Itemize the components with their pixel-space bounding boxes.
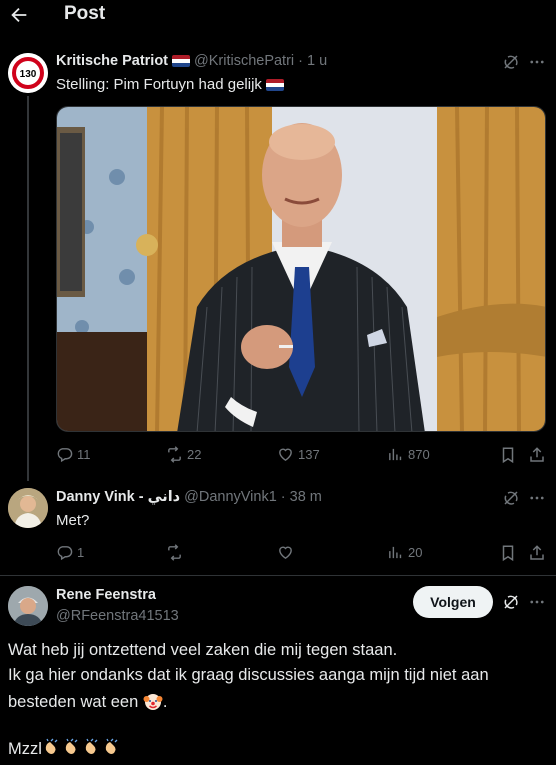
clown-face-icon xyxy=(143,691,163,711)
bookmark-icon[interactable] xyxy=(499,446,517,464)
clapping-hands-icon xyxy=(62,738,82,758)
post-text: Stelling: Pim Fortuyn had gelijk xyxy=(56,76,262,93)
views-icon xyxy=(389,546,402,559)
top-bar: Post xyxy=(0,0,556,30)
reply-text: Met? xyxy=(56,512,90,529)
reply-button[interactable]: 11 xyxy=(56,446,91,463)
clapping-hands-icon xyxy=(42,738,62,758)
like-count: 137 xyxy=(298,447,320,462)
reply-count: 1 xyxy=(77,545,85,560)
repost-icon xyxy=(168,544,181,561)
reply-icon xyxy=(57,546,73,561)
reply-icon xyxy=(57,448,73,463)
share-icon[interactable] xyxy=(528,446,546,464)
clapping-hands-icon xyxy=(102,738,122,758)
repost-count: 22 xyxy=(187,447,202,462)
like-button[interactable]: 137 xyxy=(277,446,320,463)
author-name[interactable]: Kritische Patriot xyxy=(56,53,168,69)
author-handle[interactable]: @DannyVink1 xyxy=(184,489,277,505)
author-handle[interactable]: @RFeenstra41513 xyxy=(56,608,179,624)
post-text-line: Wat heb jij ontzettend veel zaken die mi… xyxy=(8,641,398,659)
repost-icon xyxy=(168,446,181,463)
reply-count: 11 xyxy=(77,447,91,462)
post-text-line: besteden wat een . xyxy=(8,691,167,712)
sign-off: Mzzl xyxy=(8,738,122,759)
divider xyxy=(0,575,556,576)
arrow-left-icon[interactable] xyxy=(8,4,30,26)
author-name[interactable]: Danny Vink - داني xyxy=(56,489,180,505)
more-icon[interactable] xyxy=(528,53,546,71)
clapping-hands-icon xyxy=(82,738,102,758)
post-header: Kritische Patriot @KritischePatri · 1 u xyxy=(56,53,327,69)
avatar[interactable]: 130 xyxy=(8,53,48,93)
repost-button[interactable] xyxy=(166,544,187,561)
more-icon[interactable] xyxy=(528,593,546,611)
bookmark-icon[interactable] xyxy=(499,544,517,562)
post-text-row: Stelling: Pim Fortuyn had gelijk xyxy=(56,76,284,93)
views-count: 870 xyxy=(408,447,430,462)
reply-header: Danny Vink - داني @DannyVink1 · 38 m xyxy=(56,489,322,505)
post-time[interactable]: · 38 m xyxy=(281,489,322,505)
heart-icon xyxy=(279,448,292,462)
post-time[interactable]: · 1 u xyxy=(298,53,327,69)
views-button[interactable]: 20 xyxy=(387,544,422,561)
post-text-line: Ik ga hier ondanks dat ik graag discussi… xyxy=(8,666,489,684)
post-text-fragment: besteden wat een xyxy=(8,693,139,711)
grok-icon[interactable] xyxy=(502,53,520,71)
post-image[interactable] xyxy=(56,106,546,432)
author-handle[interactable]: @KritischePatri xyxy=(194,53,294,69)
like-button[interactable] xyxy=(277,544,298,561)
netherlands-flag-icon xyxy=(265,78,284,91)
grok-icon[interactable] xyxy=(502,489,520,507)
share-icon[interactable] xyxy=(528,544,546,562)
views-button[interactable]: 870 xyxy=(387,446,430,463)
reply-button[interactable]: 1 xyxy=(56,544,84,561)
grok-icon[interactable] xyxy=(502,593,520,611)
thread-line xyxy=(27,96,29,481)
repost-button[interactable]: 22 xyxy=(166,446,201,463)
heart-icon xyxy=(279,546,292,560)
follow-button[interactable]: Volgen xyxy=(413,586,493,618)
netherlands-flag-icon xyxy=(172,55,190,67)
post-text-fragment: . xyxy=(162,693,168,711)
avatar-label: 130 xyxy=(20,69,37,80)
views-icon xyxy=(389,448,402,461)
views-count: 20 xyxy=(408,545,423,560)
sign-off-text: Mzzl xyxy=(8,740,42,758)
more-icon[interactable] xyxy=(528,489,546,507)
avatar[interactable] xyxy=(8,586,48,626)
page-title: Post xyxy=(64,3,106,24)
avatar[interactable] xyxy=(8,488,48,528)
author-name[interactable]: Rene Feenstra xyxy=(56,587,156,603)
